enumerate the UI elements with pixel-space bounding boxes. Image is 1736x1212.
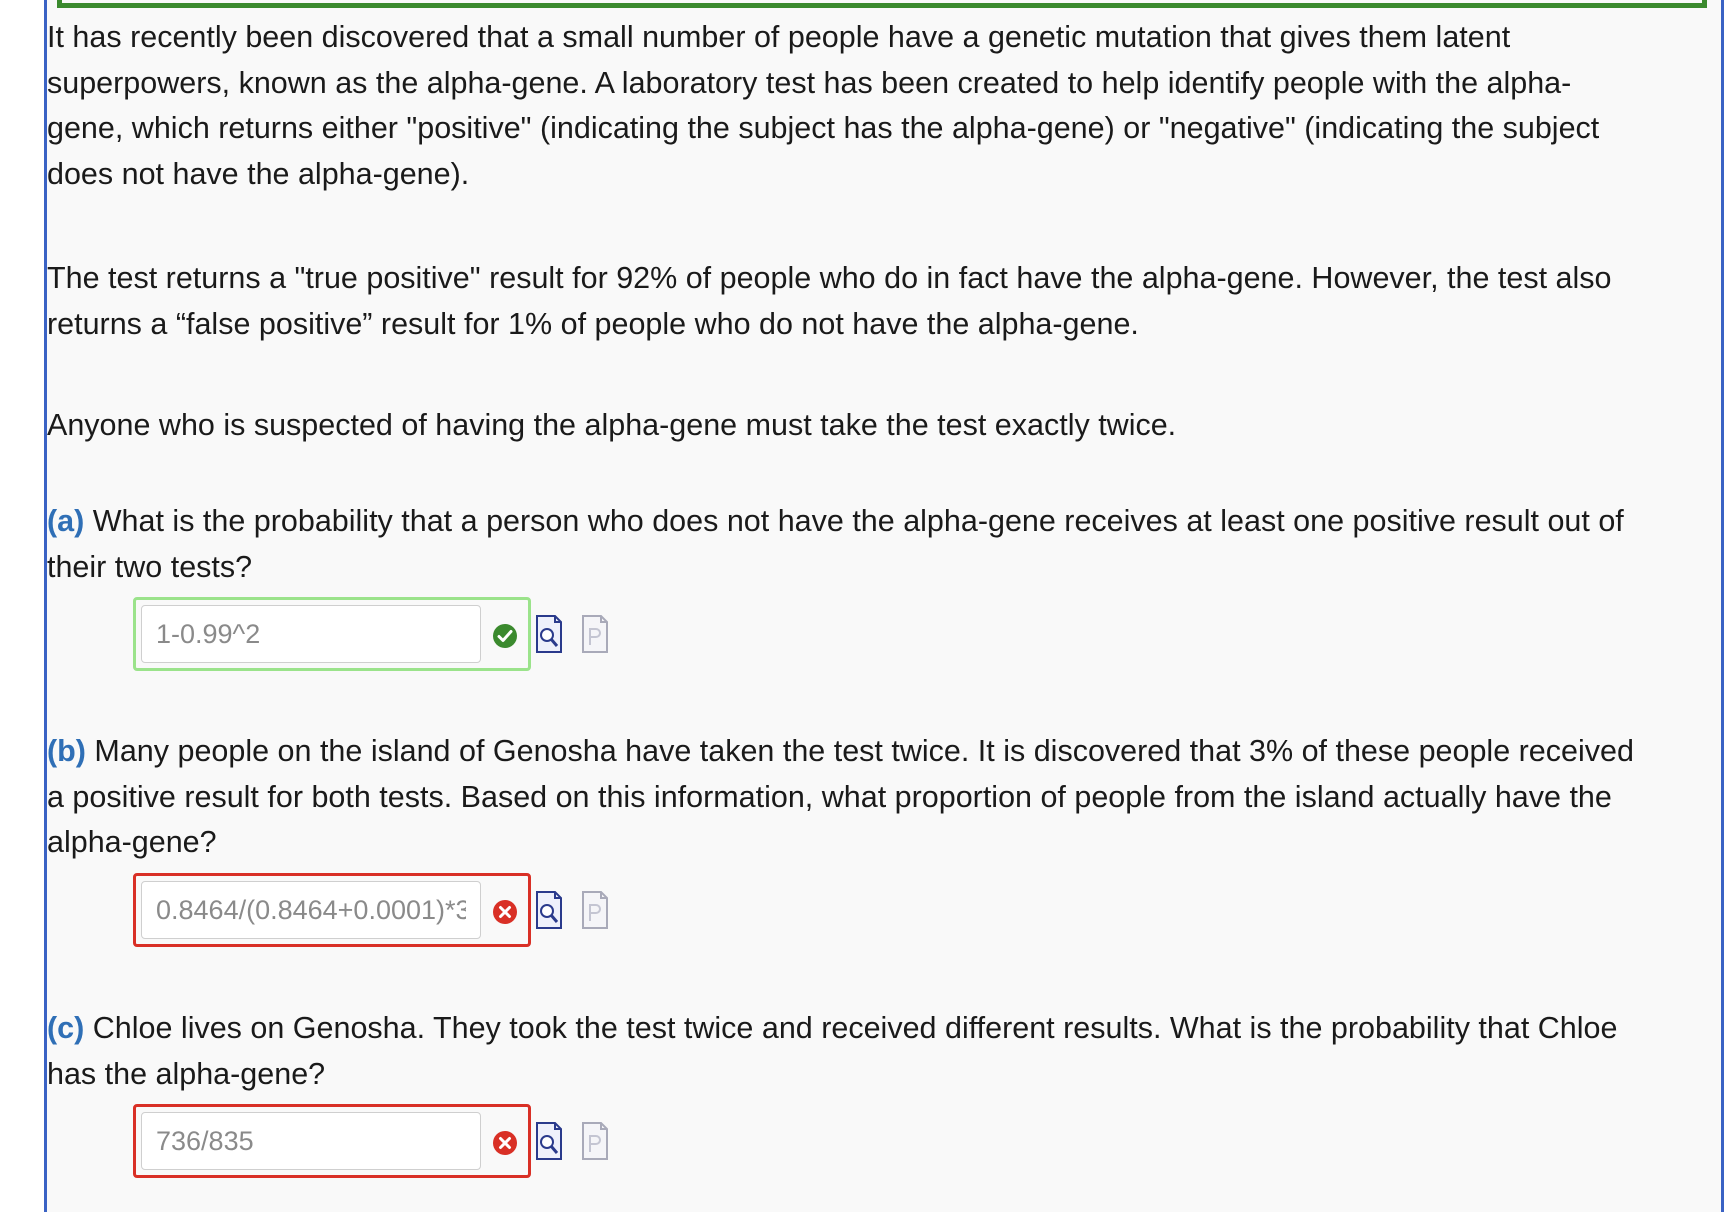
hint-document-icon[interactable] — [581, 1122, 609, 1160]
preview-magnifier-icon[interactable] — [535, 891, 563, 929]
answer-b-input[interactable] — [141, 881, 481, 939]
test-info-line: returns a “false positive” result for 1%… — [47, 306, 1139, 341]
hint-document-icon[interactable] — [581, 891, 609, 929]
part-label-c: (c) — [47, 1011, 85, 1045]
hint-document-icon[interactable] — [581, 615, 609, 653]
preview-magnifier-icon[interactable] — [535, 1122, 563, 1160]
question-b-text: Many people on the island of Genosha hav… — [85, 734, 1634, 768]
question-b-text: a positive result for both tests. Based … — [47, 779, 1612, 814]
cross-icon — [493, 900, 517, 924]
answer-b-container — [133, 873, 531, 947]
cross-icon — [493, 1131, 517, 1155]
question-c-text: has the alpha-gene? — [47, 1056, 326, 1091]
intro-paragraph: It has recently been discovered that a s… — [47, 15, 1599, 197]
question-a-text: What is the probability that a person wh… — [84, 504, 1624, 538]
test-info-line: The test returns a "true positive" resul… — [47, 261, 1612, 295]
preview-magnifier-icon[interactable] — [535, 615, 563, 653]
part-label-a: (a) — [47, 504, 85, 538]
answer-c-input[interactable] — [141, 1112, 481, 1170]
part-label-b: (b) — [47, 734, 86, 768]
question-c-text: Chloe lives on Genosha. They took the te… — [84, 1011, 1618, 1045]
question-a-text: their two tests? — [47, 549, 253, 584]
intro-line: gene, which returns either "positive" (i… — [47, 111, 1600, 145]
answer-a-container — [133, 597, 531, 671]
check-icon — [493, 624, 517, 648]
intro-line: It has recently been discovered that a s… — [47, 20, 1511, 54]
test-info-paragraph: The test returns a "true positive" resul… — [47, 256, 1612, 347]
question-b: (b) Many people on the island of Genosha… — [47, 729, 1634, 866]
question-panel: It has recently been discovered that a s… — [44, 0, 1724, 1212]
rule-line: Anyone who is suspected of having the al… — [47, 408, 1177, 442]
rule-paragraph: Anyone who is suspected of having the al… — [47, 403, 1176, 449]
correct-section-border — [57, 0, 1707, 8]
intro-line: superpowers, known as the alpha-gene. A … — [47, 65, 1572, 100]
answer-a-input[interactable] — [141, 605, 481, 663]
question-c: (c) Chloe lives on Genosha. They took th… — [47, 1006, 1617, 1097]
question-b-text: alpha-gene? — [47, 825, 217, 859]
answer-c-container — [133, 1104, 531, 1178]
question-a: (a) What is the probability that a perso… — [47, 499, 1624, 590]
intro-line: does not have the alpha-gene). — [47, 156, 470, 191]
